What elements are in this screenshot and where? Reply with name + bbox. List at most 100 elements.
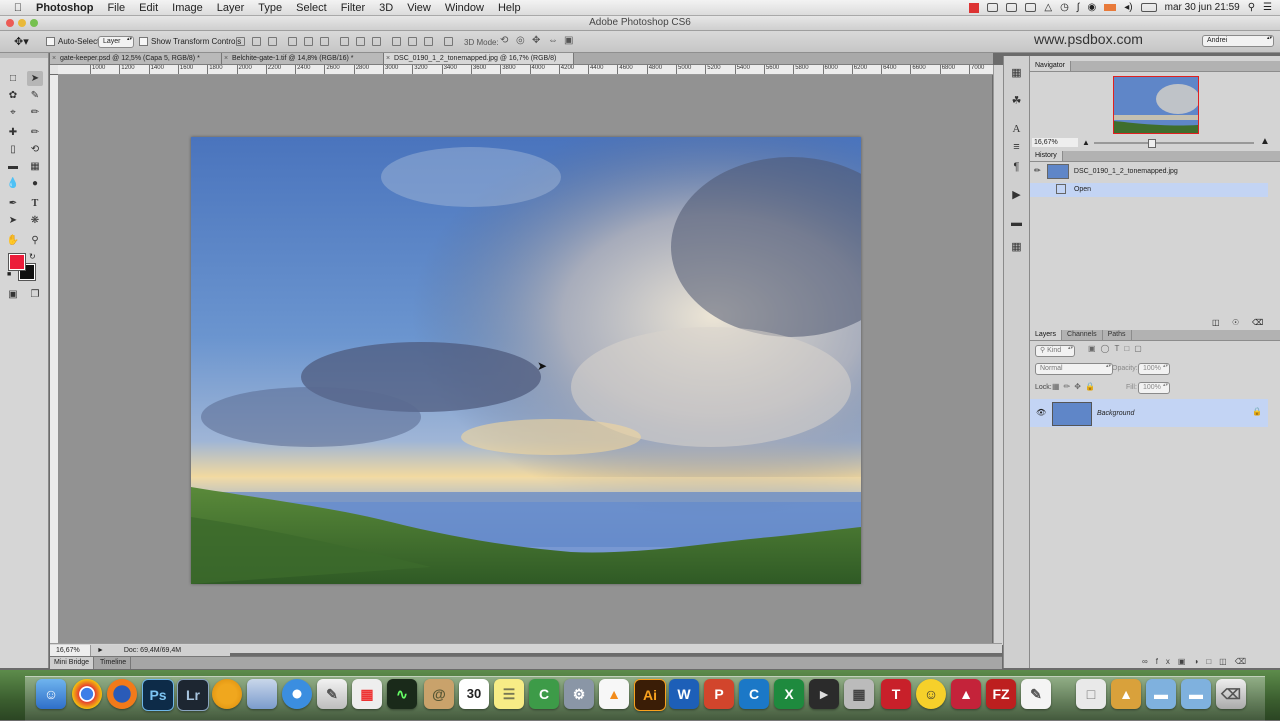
workspace-select[interactable]: Andrei <box>1202 35 1274 47</box>
align-vcenter-icon[interactable] <box>252 37 261 46</box>
outlook-icon[interactable] <box>212 679 242 709</box>
menu-window[interactable]: Window <box>445 2 484 14</box>
history-brush-source-icon[interactable]: ✏ <box>1034 163 1042 179</box>
menu-layer[interactable]: Layer <box>217 2 245 14</box>
color-panel-icon[interactable]: ▦ <box>1008 66 1025 81</box>
doc-tab-gate-keeper[interactable]: × gate-keeper.psd @ 12,5% (Capa 5, RGB/8)… <box>50 53 222 64</box>
tab-paths[interactable]: Paths <box>1103 330 1132 340</box>
lasso-tool-icon[interactable]: ✿ <box>5 88 21 103</box>
align-bottom-icon[interactable] <box>268 37 277 46</box>
folder-icon-2[interactable]: ▬ <box>1146 679 1176 709</box>
menu-help[interactable]: Help <box>498 2 521 14</box>
navigator-zoom-field[interactable]: 16,67% <box>1032 138 1078 147</box>
gradient-tool-icon[interactable]: ▦ <box>27 159 43 174</box>
camtasia-icon[interactable]: C <box>529 679 559 709</box>
calculator-icon[interactable]: ▦ <box>844 679 874 709</box>
distribute-top-icon[interactable] <box>340 37 349 46</box>
chrome-icon[interactable] <box>72 679 102 709</box>
layer-filter-icons[interactable]: ▣◯T□▢ <box>1088 344 1147 353</box>
custom-shape-tool-icon[interactable]: ❋ <box>27 213 43 228</box>
firefox-icon[interactable] <box>107 679 137 709</box>
spotlight-icon[interactable]: ⚲ <box>1248 2 1255 13</box>
distribute-left-icon[interactable] <box>392 37 401 46</box>
tab-history[interactable]: History <box>1030 151 1063 161</box>
calendar-icon[interactable]: 30 <box>459 679 489 709</box>
layer-name[interactable]: Background <box>1097 410 1134 417</box>
folder-icon[interactable]: ▲ <box>1111 679 1141 709</box>
bell-icon[interactable]: △ <box>1044 2 1052 13</box>
powerpoint-icon[interactable]: P <box>704 679 734 709</box>
photoshop-icon[interactable]: Ps <box>142 679 174 711</box>
doc-tab-belchite[interactable]: × Belchite-gate-1.tif @ 14,8% (RGB/16) * <box>222 53 384 64</box>
auto-select-target-select[interactable]: Layer <box>98 36 134 48</box>
folder-icon-3[interactable]: ▬ <box>1181 679 1211 709</box>
system-prefs-icon[interactable]: ⚙ <box>564 679 594 709</box>
eyedropper-tool-icon[interactable]: ✏ <box>27 105 43 120</box>
menu-filter[interactable]: Filter <box>341 2 365 14</box>
3d-rotate-icon[interactable]: ⟲ <box>500 35 508 46</box>
stickies-icon[interactable]: ☰ <box>494 679 524 709</box>
doc-tab-dsc0190[interactable]: × DSC_0190_1_2_tonemapped.jpg @ 16,7% (RG… <box>384 53 574 64</box>
menu-select[interactable]: Select <box>296 2 327 14</box>
script-editor-icon[interactable]: ✎ <box>317 679 347 709</box>
align-hcenter-icon[interactable] <box>304 37 313 46</box>
quick-mask-icon[interactable]: ▣ <box>5 287 21 302</box>
apple-icon[interactable]:  <box>10 2 26 14</box>
character-panel-icon[interactable]: A <box>1008 122 1025 137</box>
history-state-row[interactable]: Open <box>1030 183 1268 197</box>
distribute-right-icon[interactable] <box>424 37 433 46</box>
final-cut-icon[interactable]: ► <box>809 679 839 709</box>
eraser-tool-icon[interactable]: ▬ <box>5 159 21 174</box>
horizontal-ruler[interactable]: 1000 1200 1400 1600 1800 2000 2200 2400 2600 2800… <box>58 65 993 75</box>
zoom-field[interactable]: 16,67% <box>50 645 91 656</box>
properties-panel-icon[interactable]: ▦ <box>1008 240 1025 255</box>
move-tool-preset-icon[interactable]: ✥▾ <box>14 35 29 48</box>
marquee-tool-icon[interactable]: □ <box>5 71 21 86</box>
menu-edit[interactable]: Edit <box>139 2 158 14</box>
excel-icon[interactable]: X <box>774 679 804 709</box>
contacts-icon[interactable]: @ <box>424 679 454 709</box>
history-snapshot-icon[interactable]: ☉ <box>1232 318 1239 327</box>
activity-monitor-icon[interactable]: ∿ <box>387 679 417 709</box>
distribute-hcenter-icon[interactable] <box>408 37 417 46</box>
preview-icon[interactable] <box>247 679 277 709</box>
3d-scale-icon[interactable]: ▣ <box>564 35 573 46</box>
typora-icon[interactable]: T <box>881 679 911 709</box>
lock-icons[interactable]: ▦✏✥🔒 <box>1052 382 1099 391</box>
paragraph-styles-icon[interactable]: ¶ <box>1008 160 1025 175</box>
document-image[interactable] <box>191 137 861 584</box>
history-snapshot-row[interactable]: ✏ DSC_0190_1_2_tonemapped.jpg <box>1030 163 1268 179</box>
battery-icon[interactable] <box>1140 3 1157 12</box>
display-icon[interactable] <box>1025 3 1037 12</box>
align-right-icon[interactable] <box>320 37 329 46</box>
adjustments-panel-icon[interactable]: ▬ <box>1008 216 1025 231</box>
auto-select-checkbox[interactable]: Auto-Select: <box>46 37 102 47</box>
menu-image[interactable]: Image <box>172 2 203 14</box>
pen-tool-icon[interactable]: ✒ <box>5 196 21 211</box>
navigator-zoom-slider[interactable] <box>1094 142 1254 144</box>
recording-icon[interactable] <box>969 2 980 13</box>
volume-icon[interactable]: ◂) <box>1124 2 1132 13</box>
foreground-color-swatch[interactable] <box>8 253 26 271</box>
hand-tool-icon[interactable]: ✋ <box>5 233 21 248</box>
swap-colors-icon[interactable]: ↻ <box>29 252 36 261</box>
3d-pan-icon[interactable]: ✥ <box>532 35 540 46</box>
tab-channels[interactable]: Channels <box>1062 330 1103 340</box>
close-tab-icon[interactable]: × <box>386 53 390 64</box>
align-top-icon[interactable] <box>236 37 245 46</box>
status-menu-icon[interactable]: ► <box>97 647 104 654</box>
screen-mode-icon[interactable]: ❐ <box>27 287 43 302</box>
vertical-scrollbar[interactable] <box>993 65 1003 645</box>
vlc-icon[interactable]: ▲ <box>599 679 629 709</box>
close-tab-icon[interactable]: × <box>224 53 228 64</box>
bluetooth-icon[interactable]: ∫ <box>1077 2 1080 13</box>
mindmeister-icon[interactable]: ▲ <box>951 679 981 709</box>
menu-app-name[interactable]: Photoshop <box>36 2 93 14</box>
navigator-zoom-thumb[interactable] <box>1148 139 1156 148</box>
menu-view[interactable]: View <box>407 2 431 14</box>
zoom-out-icon[interactable]: ▲ <box>1082 138 1090 147</box>
dodge-tool-icon[interactable]: ● <box>27 176 43 191</box>
tools-panel-grip[interactable] <box>0 53 48 58</box>
notification-center-icon[interactable]: ☰ <box>1263 2 1272 13</box>
tab-mini-bridge[interactable]: Mini Bridge <box>50 657 95 669</box>
